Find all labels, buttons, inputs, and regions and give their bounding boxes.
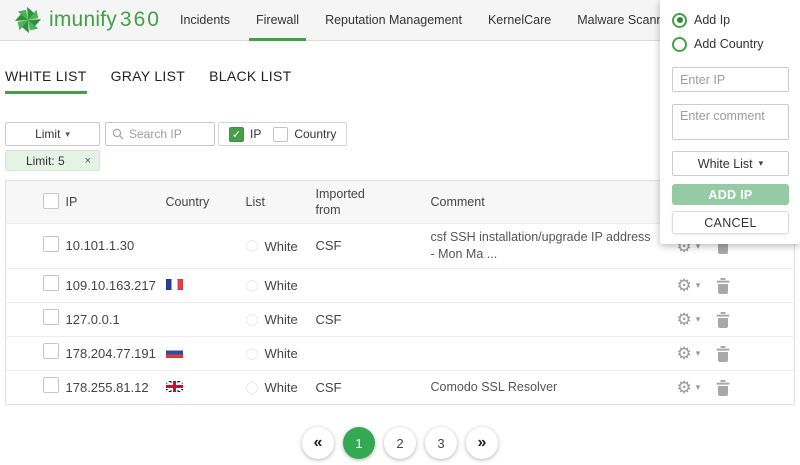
row-list: White [265,278,298,293]
row-comment: csf SSH installation/upgrade IP address … [431,229,671,263]
table-row: 109.10.163.217 White ⚙ ▾ [6,269,795,303]
row-checkbox[interactable] [43,377,59,393]
gear-icon[interactable]: ⚙ [677,345,692,362]
add-ip-radio-row[interactable]: Add Ip [672,10,789,30]
nav-item-kernelcare[interactable]: KernelCare [481,0,558,40]
add-country-radio-label: Add Country [694,37,763,51]
row-imported-from: CSF [316,312,342,327]
pagination: « 1 2 3 » [5,427,795,459]
limit-filter-chip: Limit: 5 × [5,150,100,171]
row-list: White [265,312,298,327]
limit-chip-label: Limit: 5 [6,154,85,168]
ip-checkbox[interactable]: ✓ [229,127,244,142]
brand-name: imunify [49,8,117,32]
enter-ip-input[interactable] [672,67,789,92]
row-imported-from: CSF [316,380,342,395]
column-header-country: Country [166,181,246,224]
trash-icon[interactable] [716,380,730,396]
column-header-list: List [246,181,316,224]
pagination-page-2[interactable]: 2 [384,427,416,459]
column-header-ip: IP [66,181,166,224]
chevron-down-icon[interactable]: ▾ [696,382,701,393]
list-status-icon [246,382,258,394]
limit-dropdown-button[interactable]: Limit ▾ [5,122,100,146]
pagination-page-1[interactable]: 1 [343,427,375,459]
row-ip: 10.101.1.30 [66,238,135,253]
limit-dropdown-label: Limit [35,127,60,141]
chevron-down-icon: ▾ [65,129,70,140]
table-row: 127.0.0.1 White CSF ⚙ ▾ [6,303,795,337]
add-ip-submit-button[interactable]: ADD IP [672,184,789,205]
trash-icon[interactable] [716,346,730,362]
gear-icon[interactable]: ⚙ [677,311,692,328]
pagination-next-button[interactable]: » [466,427,498,459]
nav-item-incidents[interactable]: Incidents [173,0,237,40]
pagination-prev-button[interactable]: « [302,427,334,459]
add-ip-panel: Add Ip Add Country White List ▾ ADD IP C… [660,0,800,244]
cancel-button[interactable]: CANCEL [672,211,789,234]
select-all-checkbox[interactable] [43,193,59,209]
row-ip: 109.10.163.217 [66,278,156,293]
row-comment: Comodo SSL Resolver [431,379,671,396]
search-input[interactable] [129,127,208,141]
tab-gray-list[interactable]: GRAY LIST [111,68,186,94]
country-flag-icon [166,239,183,250]
chevron-down-icon[interactable]: ▾ [696,314,701,325]
row-ip: 178.204.77.191 [66,346,156,361]
gear-icon[interactable]: ⚙ [677,277,692,294]
row-list: White [265,380,298,395]
ip-checkbox-label: IP [250,127,261,141]
row-checkbox[interactable] [43,236,59,252]
search-scope-group: ✓ IP Country [218,122,347,146]
pagination-page-3[interactable]: 3 [425,427,457,459]
row-imported-from: CSF [316,238,342,253]
row-checkbox[interactable] [43,275,59,291]
row-checkbox[interactable] [43,309,59,325]
chevron-down-icon: ▾ [759,158,764,169]
chevron-down-icon[interactable]: ▾ [696,280,701,291]
country-flag-icon [166,347,183,358]
nav-item-reputation-management[interactable]: Reputation Management [318,0,469,40]
list-status-icon [246,314,258,326]
nav-item-firewall[interactable]: Firewall [249,0,306,40]
add-ip-radio-label: Add Ip [694,13,730,27]
enter-comment-textarea[interactable] [672,104,789,140]
search-box [105,122,215,146]
list-status-icon [246,348,258,360]
list-status-icon [246,240,258,252]
list-status-icon [246,280,258,292]
list-select-dropdown[interactable]: White List ▾ [672,151,789,176]
country-flag-icon [166,279,183,290]
country-checkbox-label: Country [294,127,336,141]
table-row: 178.255.81.12 White CSF Comodo SSL Resol… [6,371,795,405]
add-country-radio-row[interactable]: Add Country [672,34,789,54]
radio-unselected-icon[interactable] [672,37,687,52]
list-select-label: White List [698,157,753,171]
country-flag-icon [166,381,183,392]
search-icon [112,128,124,140]
brand-suffix: 360 [120,8,161,32]
chip-close-icon[interactable]: × [85,155,99,167]
chevron-down-icon[interactable]: ▾ [696,348,701,359]
tab-white-list[interactable]: WHITE LIST [5,68,87,94]
row-ip: 127.0.0.1 [66,312,120,327]
row-list: White [265,346,298,361]
row-checkbox[interactable] [43,343,59,359]
table-row: 178.204.77.191 White ⚙ ▾ [6,337,795,371]
gear-icon[interactable]: ⚙ [677,379,692,396]
country-checkbox[interactable] [273,127,288,142]
tab-black-list[interactable]: BLACK LIST [209,68,291,94]
row-list: White [265,239,298,254]
country-flag-icon [166,313,183,324]
column-header-comment: Comment [431,181,671,224]
trash-icon[interactable] [716,278,730,294]
row-ip: 178.255.81.12 [66,380,149,395]
radio-selected-icon[interactable] [672,13,687,28]
imunify-pinwheel-icon [13,5,43,35]
trash-icon[interactable] [716,312,730,328]
brand-logo[interactable]: imunify 360 [0,0,161,40]
column-header-imported-from: Imported from [316,186,371,219]
